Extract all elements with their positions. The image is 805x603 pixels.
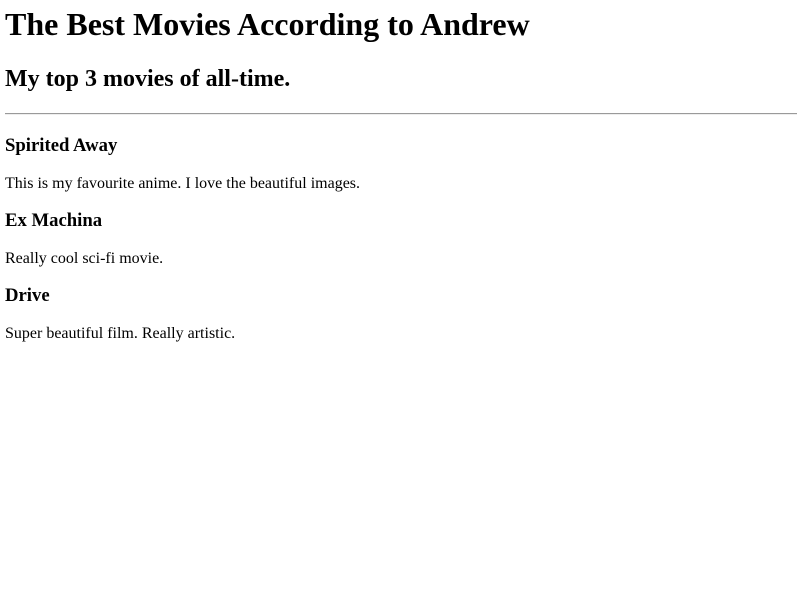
page-subtitle: My top 3 movies of all-time. bbox=[5, 66, 291, 92]
movie-description: This is my favourite anime. I love the b… bbox=[5, 175, 361, 192]
movie-item: Ex Machina Really cool sci-fi movie. bbox=[5, 210, 797, 268]
page-title: The Best Movies According to Andrew bbox=[5, 6, 530, 42]
movie-title: Ex Machina bbox=[5, 210, 103, 231]
movie-item: Spirited Away This is my favourite anime… bbox=[5, 135, 797, 193]
movie-title: Drive bbox=[5, 285, 50, 306]
movie-list: Spirited Away This is my favourite anime… bbox=[5, 115, 797, 343]
movie-item: Drive Super beautiful film. Really artis… bbox=[5, 285, 797, 343]
page: The Best Movies According to Andrew My t… bbox=[0, 0, 805, 343]
movie-description: Super beautiful film. Really artistic. bbox=[5, 325, 236, 342]
movie-title: Spirited Away bbox=[5, 135, 118, 156]
movie-description: Really cool sci-fi movie. bbox=[5, 250, 164, 267]
